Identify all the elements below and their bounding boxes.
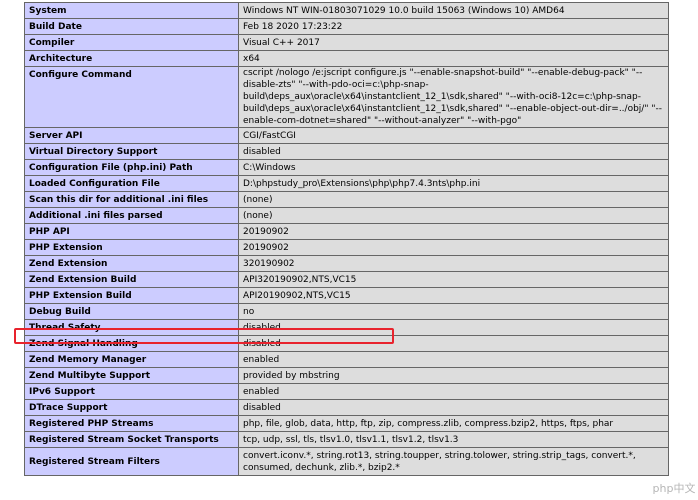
table-row-system: System Windows NT WIN-01803071029 10.0 b…: [24, 2, 669, 19]
row-value: disabled: [238, 319, 669, 336]
table-row-thread-safety: Thread Safety disabled: [24, 319, 669, 336]
row-label: Scan this dir for additional .ini files: [24, 191, 239, 208]
row-value: C:\Windows: [238, 159, 669, 176]
watermark-logo: php中文网: [652, 480, 696, 498]
row-value: disabled: [238, 399, 669, 416]
table-row-config-file-path: Configuration File (php.ini) Path C:\Win…: [24, 159, 669, 176]
row-value: 20190902: [238, 223, 669, 240]
table-row-ipv6-support: IPv6 Support enabled: [24, 383, 669, 400]
table-row-registered-socket-transports: Registered Stream Socket Transports tcp,…: [24, 431, 669, 448]
phpinfo-page: System Windows NT WIN-01803071029 10.0 b…: [0, 0, 698, 500]
row-label: Registered PHP Streams: [24, 415, 239, 432]
row-label: Additional .ini files parsed: [24, 207, 239, 224]
row-value: Feb 18 2020 17:23:22: [238, 18, 669, 35]
row-label: Registered Stream Filters: [24, 447, 239, 476]
row-label: IPv6 Support: [24, 383, 239, 400]
table-row-registered-stream-filters: Registered Stream Filters convert.iconv.…: [24, 447, 669, 476]
row-value: enabled: [238, 351, 669, 368]
table-row-zend-extension-build: Zend Extension Build API320190902,NTS,VC…: [24, 271, 669, 288]
row-label: Registered Stream Socket Transports: [24, 431, 239, 448]
row-label: Debug Build: [24, 303, 239, 320]
row-label: Compiler: [24, 34, 239, 51]
table-row-zend-extension: Zend Extension 320190902: [24, 255, 669, 272]
row-label: Virtual Directory Support: [24, 143, 239, 160]
row-value: enabled: [238, 383, 669, 400]
row-value: API320190902,NTS,VC15: [238, 271, 669, 288]
row-label: Zend Multibyte Support: [24, 367, 239, 384]
row-label: Thread Safety: [24, 319, 239, 336]
table-row-dtrace-support: DTrace Support disabled: [24, 399, 669, 416]
table-row-debug-build: Debug Build no: [24, 303, 669, 320]
row-value: convert.iconv.*, string.rot13, string.to…: [238, 447, 669, 476]
table-row-php-extension: PHP Extension 20190902: [24, 239, 669, 256]
row-label: Zend Extension: [24, 255, 239, 272]
row-value: disabled: [238, 335, 669, 352]
row-value: 320190902: [238, 255, 669, 272]
table-row-server-api: Server API CGI/FastCGI: [24, 127, 669, 144]
phpinfo-table: System Windows NT WIN-01803071029 10.0 b…: [24, 2, 669, 476]
table-row-registered-php-streams: Registered PHP Streams php, file, glob, …: [24, 415, 669, 432]
row-label: PHP Extension Build: [24, 287, 239, 304]
row-label: Zend Signal Handling: [24, 335, 239, 352]
table-row-zend-memory-manager: Zend Memory Manager enabled: [24, 351, 669, 368]
table-row-zend-signal-handling: Zend Signal Handling disabled: [24, 335, 669, 352]
row-value: disabled: [238, 143, 669, 160]
row-label: Zend Memory Manager: [24, 351, 239, 368]
row-label: Zend Extension Build: [24, 271, 239, 288]
row-label: Architecture: [24, 50, 239, 67]
row-value: Visual C++ 2017: [238, 34, 669, 51]
table-row-zend-multibyte-support: Zend Multibyte Support provided by mbstr…: [24, 367, 669, 384]
table-row-architecture: Architecture x64: [24, 50, 669, 67]
row-label: Configuration File (php.ini) Path: [24, 159, 239, 176]
table-row-php-api: PHP API 20190902: [24, 223, 669, 240]
table-row-compiler: Compiler Visual C++ 2017: [24, 34, 669, 51]
row-value: x64: [238, 50, 669, 67]
table-row-build-date: Build Date Feb 18 2020 17:23:22: [24, 18, 669, 35]
row-value: php, file, glob, data, http, ftp, zip, c…: [238, 415, 669, 432]
row-value: CGI/FastCGI: [238, 127, 669, 144]
row-value: cscript /nologo /e:jscript configure.js …: [238, 66, 669, 128]
row-label: PHP API: [24, 223, 239, 240]
row-value: no: [238, 303, 669, 320]
row-value: tcp, udp, ssl, tls, tlsv1.0, tlsv1.1, tl…: [238, 431, 669, 448]
row-value: 20190902: [238, 239, 669, 256]
row-value: (none): [238, 191, 669, 208]
row-value: provided by mbstring: [238, 367, 669, 384]
table-row-scan-dir: Scan this dir for additional .ini files …: [24, 191, 669, 208]
row-label: PHP Extension: [24, 239, 239, 256]
table-row-configure-command: Configure Command cscript /nologo /e:jsc…: [24, 66, 669, 128]
row-label: Loaded Configuration File: [24, 175, 239, 192]
table-row-additional-ini: Additional .ini files parsed (none): [24, 207, 669, 224]
row-label: System: [24, 2, 239, 19]
row-value: Windows NT WIN-01803071029 10.0 build 15…: [238, 2, 669, 19]
row-label: Configure Command: [24, 66, 239, 128]
table-row-loaded-config-file: Loaded Configuration File D:\phpstudy_pr…: [24, 175, 669, 192]
table-row-php-extension-build: PHP Extension Build API20190902,NTS,VC15: [24, 287, 669, 304]
row-label: Build Date: [24, 18, 239, 35]
row-label: Server API: [24, 127, 239, 144]
row-value: API20190902,NTS,VC15: [238, 287, 669, 304]
table-row-virtual-directory-support: Virtual Directory Support disabled: [24, 143, 669, 160]
row-value: (none): [238, 207, 669, 224]
row-label: DTrace Support: [24, 399, 239, 416]
row-value: D:\phpstudy_pro\Extensions\php\php7.4.3n…: [238, 175, 669, 192]
